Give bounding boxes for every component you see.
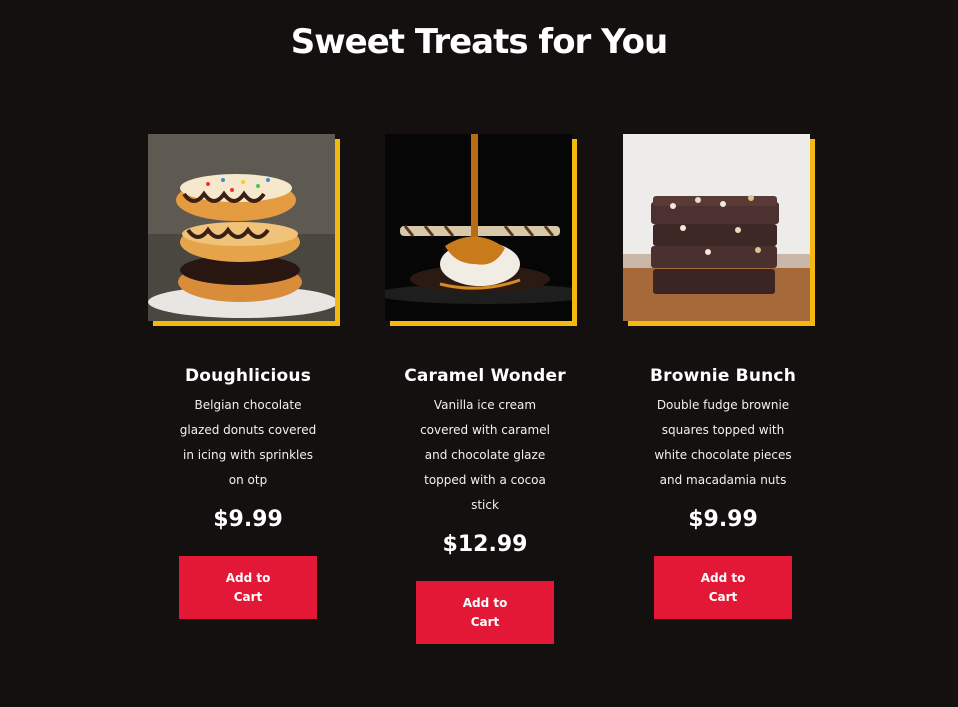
product-card-brownie-bunch: Brownie Bunch Double fudge brownie squar… [623, 134, 823, 619]
product-price: $9.99 [213, 507, 283, 532]
brownie-stack-photo [623, 134, 810, 321]
add-to-cart-button[interactable]: Add to Cart [416, 581, 554, 644]
page-title: Sweet Treats for You [290, 22, 668, 62]
add-to-cart-label: Add to Cart [462, 595, 508, 629]
add-to-cart-label: Add to Cart [225, 570, 271, 604]
product-name: Doughlicious [184, 366, 312, 386]
add-to-cart-button[interactable]: Add to Cart [654, 556, 792, 619]
product-description: Double fudge brownie squares topped with… [654, 398, 792, 487]
donut-stack-photo [148, 134, 335, 321]
product-description: Belgian chocolate glazed donuts covered … [179, 398, 317, 487]
product-price: $9.99 [688, 507, 758, 532]
product-card-caramel-wonder: Caramel Wonder Vanilla ice cream covered… [385, 134, 585, 644]
ice-cream-caramel-photo [385, 134, 572, 321]
product-card-doughlicious: Doughlicious Belgian chocolate glazed do… [148, 134, 348, 619]
product-price: $12.99 [442, 532, 528, 557]
product-image-frame [148, 134, 340, 326]
add-to-cart-label: Add to Cart [700, 570, 746, 604]
product-image-frame [385, 134, 577, 326]
product-name: Caramel Wonder [404, 366, 566, 386]
product-image-frame [623, 134, 815, 326]
add-to-cart-button[interactable]: Add to Cart [179, 556, 317, 619]
product-description: Vanilla ice cream covered with caramel a… [420, 398, 550, 512]
product-name: Brownie Bunch [649, 366, 797, 386]
